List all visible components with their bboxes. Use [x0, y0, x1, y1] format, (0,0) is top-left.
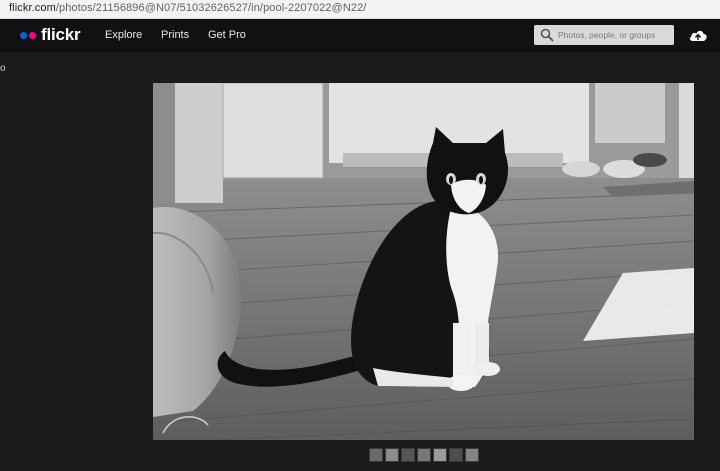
url-host: flickr.com	[9, 2, 56, 14]
cloud-upload-icon[interactable]	[688, 27, 708, 43]
url-text[interactable]: flickr.com/photos/21156896@N07/510326265…	[9, 2, 366, 14]
search-input[interactable]	[558, 27, 670, 43]
search-box[interactable]	[534, 25, 674, 45]
edge-text-fragment: o	[0, 63, 6, 74]
thumbnail-strip	[369, 448, 479, 462]
nav-explore[interactable]: Explore	[105, 29, 142, 41]
flickr-logo[interactable]: flickr	[20, 25, 81, 45]
thumbnail[interactable]	[385, 448, 399, 462]
search-icon[interactable]	[540, 28, 554, 42]
nav-prints[interactable]: Prints	[161, 29, 189, 41]
url-path: /photos/21156896@N07/51032626527/in/pool…	[55, 2, 367, 14]
thumbnail[interactable]	[401, 448, 415, 462]
top-navigation: flickr Explore Prints Get Pro	[0, 19, 720, 52]
thumbnail[interactable]	[417, 448, 431, 462]
logo-wordmark: flickr	[41, 25, 81, 44]
browser-url-bar[interactable]: flickr.com/photos/21156896@N07/510326265…	[0, 0, 720, 19]
thumbnail[interactable]	[369, 448, 383, 462]
main-photo[interactable]	[153, 83, 694, 440]
logo-pink-dot	[29, 31, 36, 39]
logo-blue-dot	[20, 31, 27, 39]
thumbnail[interactable]	[433, 448, 447, 462]
thumbnail[interactable]	[449, 448, 463, 462]
nav-get-pro[interactable]: Get Pro	[208, 29, 246, 41]
cat-photo-illustration	[153, 83, 694, 440]
thumbnail[interactable]	[465, 448, 479, 462]
